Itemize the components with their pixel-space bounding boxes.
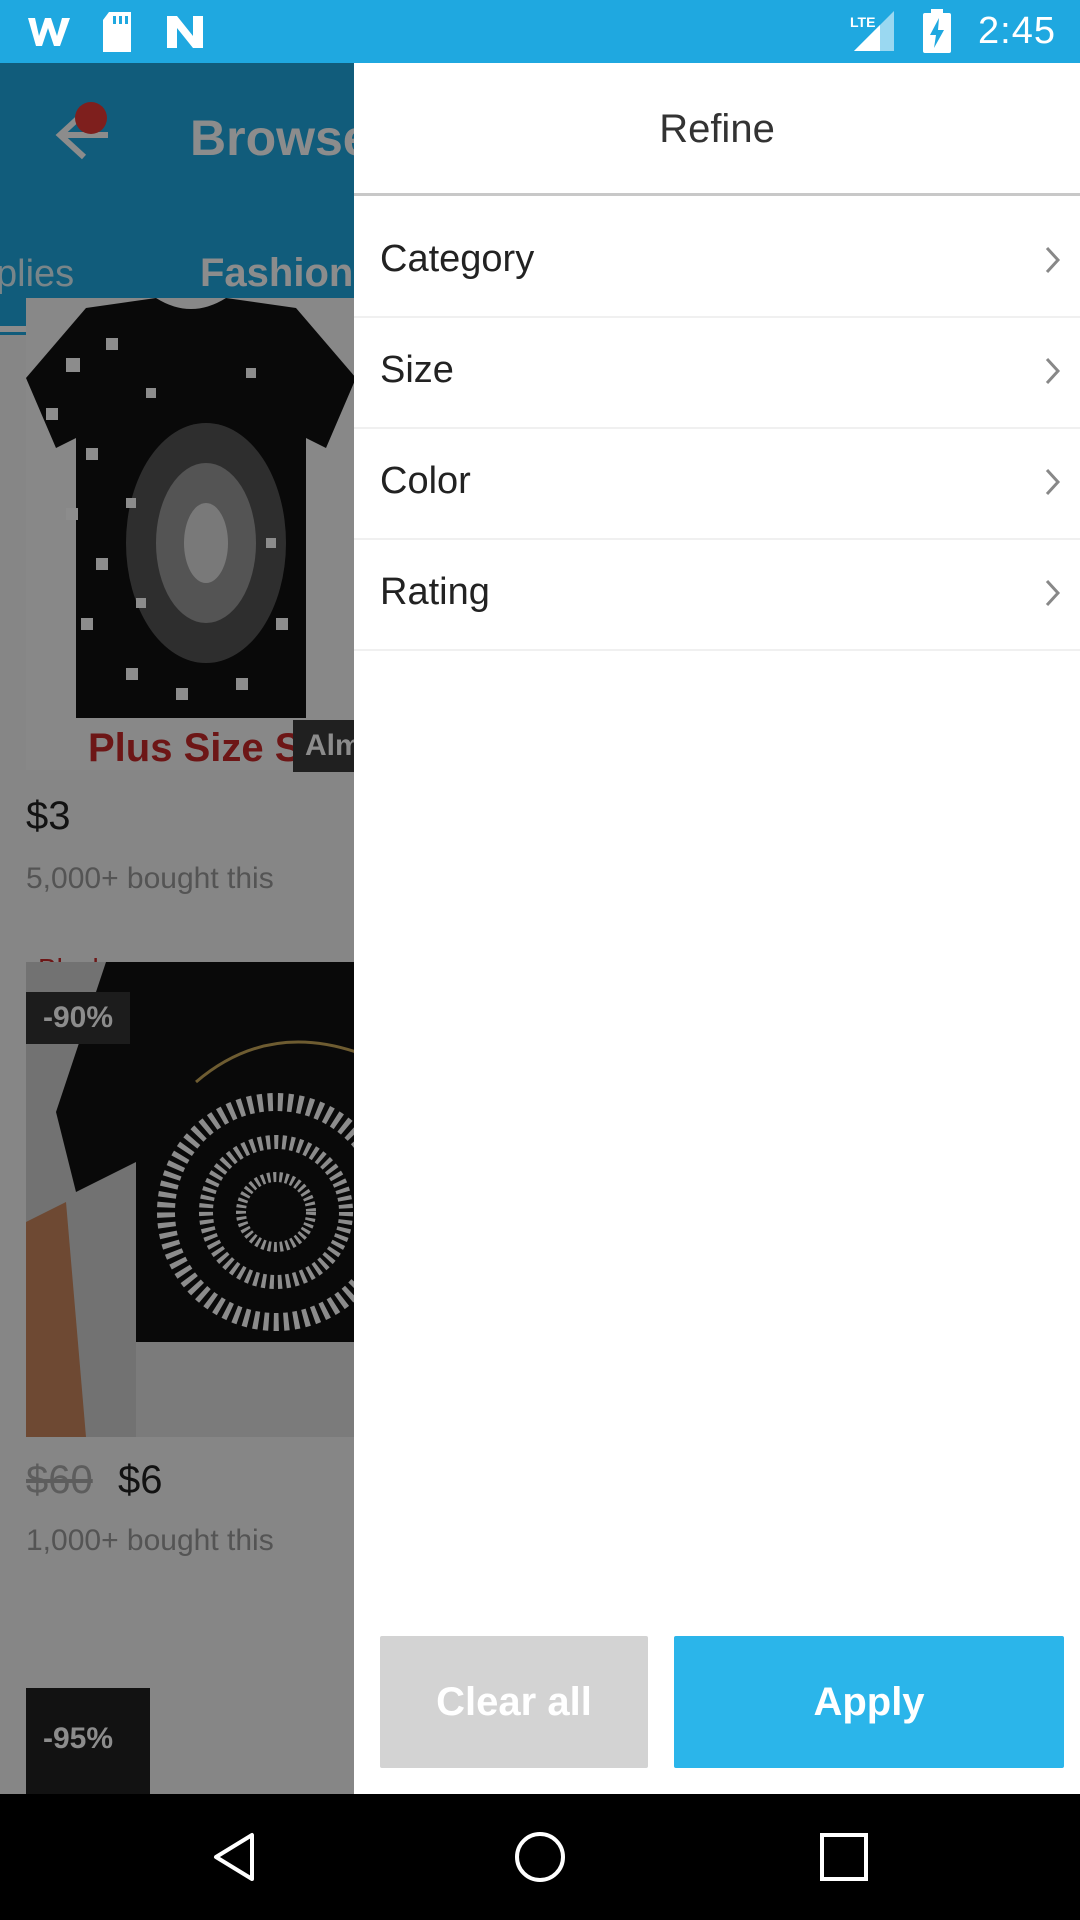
filter-label: Color bbox=[380, 460, 471, 502]
apply-button[interactable]: Apply bbox=[674, 1636, 1064, 1768]
clear-all-button[interactable]: Clear all bbox=[380, 1636, 648, 1768]
filter-row-rating[interactable]: Rating bbox=[354, 539, 1080, 651]
filter-label: Size bbox=[380, 349, 454, 391]
drawer-scrim[interactable] bbox=[0, 63, 354, 1794]
navigation-bar bbox=[0, 1794, 1080, 1920]
signal-icon: LTE bbox=[850, 9, 896, 53]
filter-label: Rating bbox=[380, 571, 490, 613]
filter-row-size[interactable]: Size bbox=[354, 317, 1080, 429]
status-bar: LTE 2:45 bbox=[0, 0, 1080, 63]
chevron-right-icon bbox=[1045, 357, 1061, 385]
wish-icon bbox=[26, 10, 72, 54]
chevron-right-icon bbox=[1045, 246, 1061, 274]
back-icon[interactable] bbox=[208, 1829, 264, 1885]
battery-icon bbox=[914, 9, 960, 53]
chevron-right-icon bbox=[1045, 579, 1061, 607]
sd-card-icon bbox=[94, 10, 140, 54]
drawer-title: Refine bbox=[659, 107, 775, 151]
clock: 2:45 bbox=[978, 9, 1056, 52]
n-app-icon bbox=[162, 10, 208, 54]
home-icon[interactable] bbox=[512, 1829, 568, 1885]
chevron-right-icon bbox=[1045, 468, 1061, 496]
drawer-header: Refine bbox=[354, 63, 1080, 196]
svg-text:LTE: LTE bbox=[850, 14, 875, 30]
refine-drawer: Refine Category Size Color Rating Clear … bbox=[354, 63, 1080, 1794]
filter-row-category[interactable]: Category bbox=[354, 206, 1080, 318]
filter-row-color[interactable]: Color bbox=[354, 428, 1080, 540]
filter-label: Category bbox=[380, 238, 535, 280]
recents-icon[interactable] bbox=[816, 1829, 872, 1885]
